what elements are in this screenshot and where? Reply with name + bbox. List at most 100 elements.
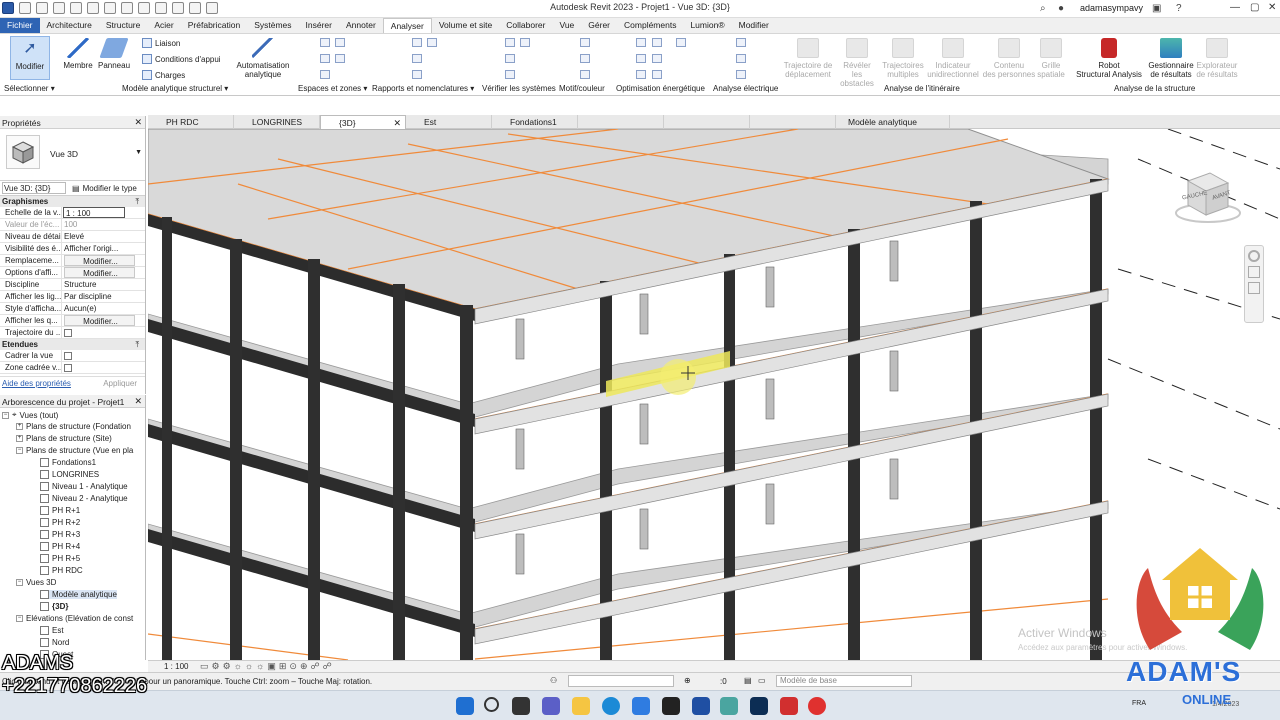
check-circuit-icon[interactable] bbox=[505, 54, 515, 63]
energy-settings-icon[interactable] bbox=[636, 38, 646, 47]
tree-node[interactable]: PH RDC bbox=[40, 566, 83, 575]
tree-node[interactable]: − Plans de structure (Vue en pla bbox=[16, 446, 133, 455]
check-duct-icon[interactable] bbox=[505, 38, 515, 47]
tree-node[interactable]: − Vues 3D bbox=[16, 578, 56, 587]
tab-view[interactable] bbox=[664, 115, 750, 129]
tree-node[interactable]: PH R+2 bbox=[40, 518, 80, 527]
cart-icon[interactable]: ▣ bbox=[1152, 3, 1161, 14]
properties-help-link[interactable]: Aide des propriétés bbox=[2, 379, 71, 388]
tag-space-icon[interactable] bbox=[320, 70, 330, 79]
scale-indicator[interactable]: 1 : 100 bbox=[164, 662, 188, 671]
tab-view[interactable] bbox=[750, 115, 836, 129]
tree-node[interactable]: PH R+3 bbox=[40, 530, 80, 539]
user-icon[interactable]: ● bbox=[1058, 3, 1064, 14]
tab-acier[interactable]: Acier bbox=[147, 18, 180, 33]
explorateur-resultats-button[interactable]: Explorateur de résultats bbox=[1190, 38, 1244, 79]
checkbox[interactable] bbox=[64, 329, 72, 337]
tab-vue[interactable]: Vue bbox=[552, 18, 581, 33]
tree-node[interactable]: Fondations1 bbox=[40, 458, 96, 467]
revit-icon[interactable] bbox=[692, 697, 710, 715]
collapse-icon[interactable]: − bbox=[16, 447, 23, 454]
photoshop-icon[interactable] bbox=[750, 697, 768, 715]
worksharing-icon[interactable]: ⚇ bbox=[550, 676, 557, 685]
tree-node[interactable]: Est bbox=[40, 626, 64, 635]
prop-row[interactable]: Options d'affi... Modifier... bbox=[0, 267, 145, 279]
3d-viewport[interactable]: GAUCHE AVANT bbox=[148, 129, 1280, 660]
app-icon[interactable] bbox=[720, 697, 738, 715]
tab-view[interactable] bbox=[578, 115, 664, 129]
prop-row[interactable]: Cadrer la vue bbox=[0, 350, 145, 362]
tab-inserer[interactable]: Insérer bbox=[299, 18, 339, 33]
report-icon[interactable] bbox=[427, 38, 437, 47]
modifier-button[interactable]: Modifier... bbox=[64, 255, 135, 266]
collapse-icon[interactable]: − bbox=[16, 579, 23, 586]
tab-est[interactable]: Est bbox=[406, 115, 492, 129]
modifier-button[interactable]: Modifier... bbox=[64, 315, 135, 326]
view-selector[interactable]: Vue 3D: {3D} bbox=[2, 182, 66, 194]
prop-row[interactable]: Niveau de détail Elevé bbox=[0, 231, 145, 243]
pan-icon[interactable] bbox=[1248, 282, 1260, 294]
filter-icon[interactable]: ⊕ bbox=[684, 676, 691, 685]
indicateur-unidirectionnel-button[interactable]: Indicateur unidirectionnel bbox=[926, 38, 980, 79]
space-separator-icon[interactable] bbox=[320, 54, 330, 63]
tree-node[interactable]: Nord bbox=[40, 638, 69, 647]
electrical-analysis-icon[interactable] bbox=[736, 70, 746, 79]
tab-systemes[interactable]: Systèmes bbox=[247, 18, 298, 33]
tab-fondations1[interactable]: Fondations1 bbox=[492, 115, 578, 129]
tab-volume-et-site[interactable]: Volume et site bbox=[432, 18, 499, 33]
modifier-button[interactable]: ➚ Modifier bbox=[10, 36, 50, 80]
tree-node[interactable]: + Plans de structure (Fondation bbox=[16, 422, 131, 431]
tree-node[interactable]: PH R+5 bbox=[40, 554, 80, 563]
tree-node[interactable]: Niveau 1 - Analytique bbox=[40, 482, 128, 491]
prop-row[interactable]: Style d'afficha... Aucun(e) bbox=[0, 303, 145, 315]
tree-node[interactable]: {3D} bbox=[40, 602, 68, 611]
design-option-icon[interactable]: ▤ bbox=[744, 676, 752, 685]
trajectoires-multiples-button[interactable]: Trajectoires multiples bbox=[880, 38, 926, 79]
prop-row[interactable]: Afficher les q... Modifier... bbox=[0, 315, 145, 327]
prop-row[interactable]: Zone cadrée v... bbox=[0, 362, 145, 374]
tab-analyser[interactable]: Analyser bbox=[382, 18, 432, 33]
tab-annoter[interactable]: Annoter bbox=[339, 18, 383, 33]
steering-wheel-icon[interactable] bbox=[1248, 250, 1260, 262]
collapse-icon[interactable]: − bbox=[2, 411, 9, 419]
tab-ph-rdc[interactable]: PH RDC bbox=[148, 115, 234, 129]
close-icon[interactable]: ✕ bbox=[1268, 2, 1276, 13]
expand-icon[interactable]: + bbox=[16, 423, 23, 430]
sheet-list-icon[interactable] bbox=[412, 70, 422, 79]
teams-icon[interactable] bbox=[542, 697, 560, 715]
tab-modifier[interactable]: Modifier bbox=[732, 18, 776, 33]
demand-factors-icon[interactable] bbox=[736, 54, 746, 63]
tree-node[interactable]: + Plans de structure (Site) bbox=[16, 434, 112, 443]
help-icon[interactable]: ? bbox=[1176, 3, 1182, 14]
tab-gerer[interactable]: Gérer bbox=[581, 18, 617, 33]
close-icon[interactable]: ✕ bbox=[134, 396, 142, 407]
autocad-icon[interactable] bbox=[780, 697, 798, 715]
tab-collaborer[interactable]: Collaborer bbox=[499, 18, 552, 33]
tab-structure[interactable]: Structure bbox=[99, 18, 148, 33]
create-energy-model-icon[interactable] bbox=[652, 38, 662, 47]
material-takeoff-icon[interactable] bbox=[412, 54, 422, 63]
apply-button[interactable]: Appliquer bbox=[103, 379, 137, 388]
heat-icon[interactable] bbox=[652, 70, 662, 79]
generate-icon[interactable] bbox=[676, 38, 686, 47]
store-icon[interactable] bbox=[632, 697, 650, 715]
tree-node[interactable]: Niveau 2 - Analytique bbox=[40, 494, 128, 503]
zone-icon[interactable] bbox=[335, 38, 345, 47]
liaison-button[interactable]: Liaison bbox=[142, 38, 180, 48]
color-scheme-icon[interactable] bbox=[580, 38, 590, 47]
prop-row[interactable]: Remplaceme... Modifier... bbox=[0, 255, 145, 267]
modifier-button[interactable]: Modifier... bbox=[64, 267, 135, 278]
tab-3d[interactable]: {3D} ✕ bbox=[320, 115, 406, 129]
grille-spatiale-button[interactable]: Grille spatiale bbox=[1036, 38, 1066, 79]
recorder-icon[interactable] bbox=[808, 697, 826, 715]
section-graphismes[interactable]: Graphismes ⤒ bbox=[0, 196, 145, 207]
select-icon[interactable]: ▭ bbox=[758, 676, 766, 685]
edit-type-button[interactable]: Modifier le type bbox=[83, 184, 137, 193]
binoculars-icon[interactable]: ⌕ bbox=[1040, 3, 1046, 14]
tab-architecture[interactable]: Architecture bbox=[40, 18, 99, 33]
user-name[interactable]: adamasympavy bbox=[1080, 3, 1143, 13]
checkbox[interactable] bbox=[64, 352, 72, 360]
tab-prefabrication[interactable]: Préfabrication bbox=[181, 18, 247, 33]
view-controls-icon[interactable]: ▭⚙⚙☼☼☼▣⊞⊙⊕☍☍ bbox=[200, 661, 335, 672]
load-classifications-icon[interactable] bbox=[736, 38, 746, 47]
